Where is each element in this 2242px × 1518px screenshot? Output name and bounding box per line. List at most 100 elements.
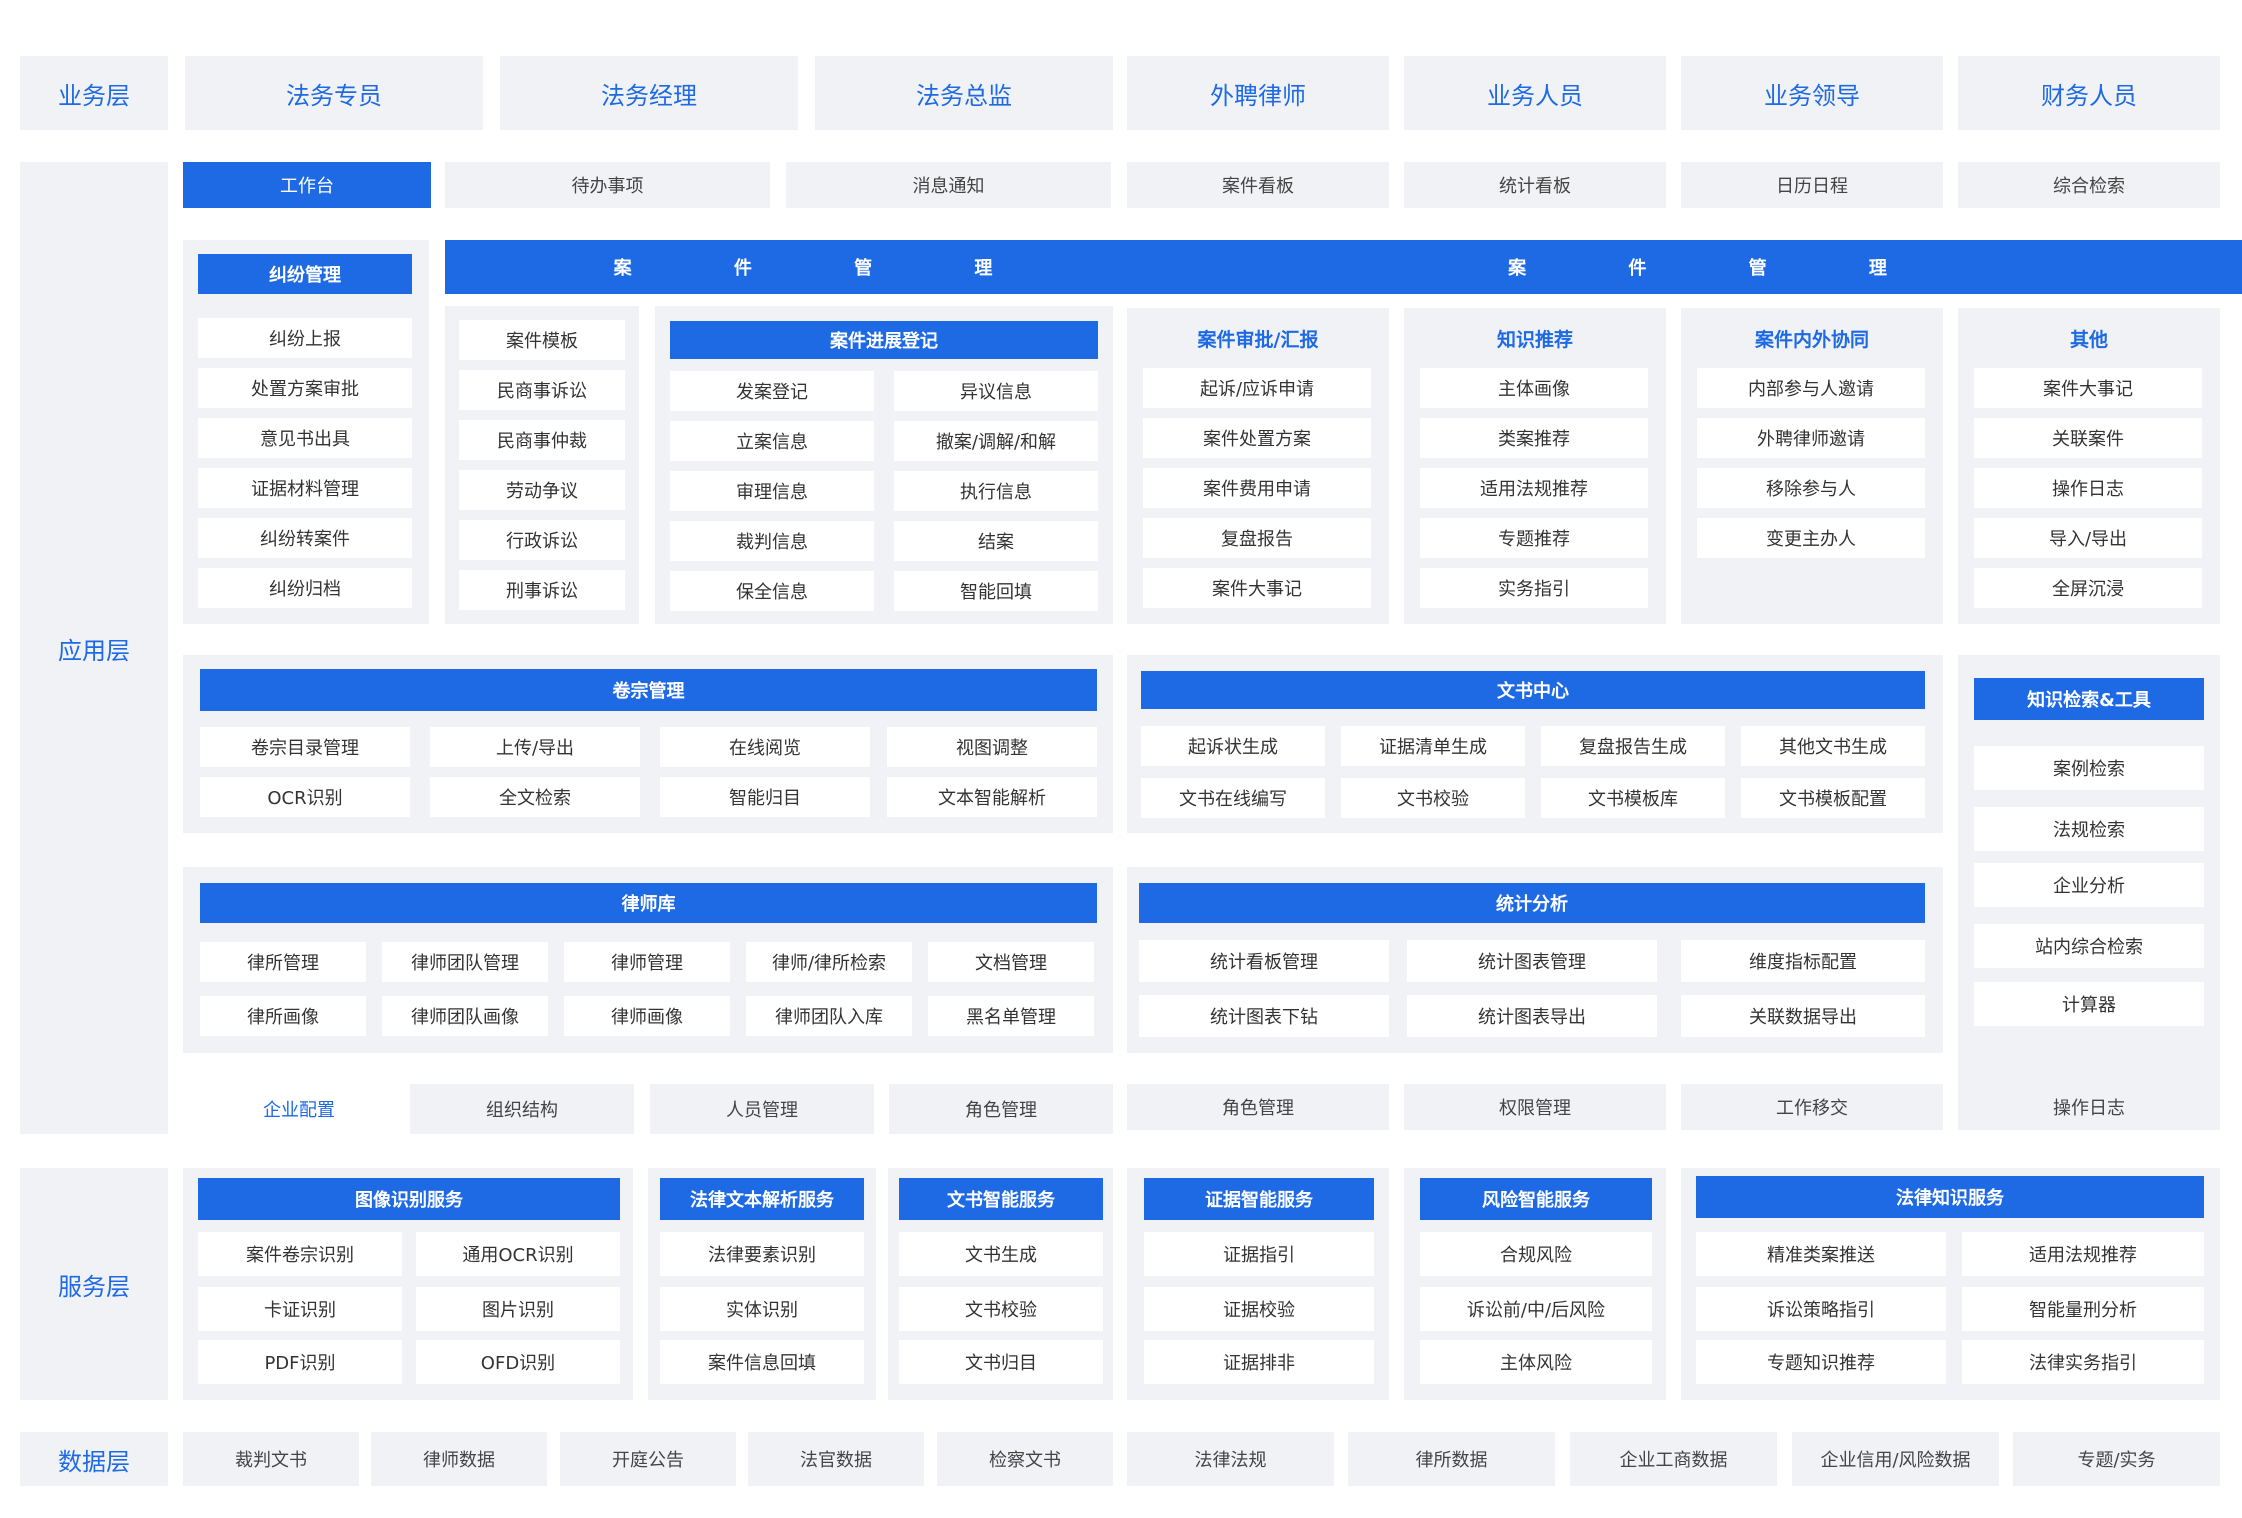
data-source[interactable]: 法律法规 — [1127, 1432, 1334, 1486]
config-item[interactable]: 角色管理 — [1127, 1084, 1389, 1130]
docs-item[interactable]: 起诉状生成 — [1141, 726, 1325, 766]
case-group-item[interactable]: 实务指引 — [1420, 568, 1648, 608]
service-item[interactable]: 合规风险 — [1420, 1232, 1652, 1276]
config-item[interactable]: 权限管理 — [1404, 1084, 1666, 1130]
nav-case-board[interactable]: 案件看板 — [1127, 162, 1389, 208]
archive-item[interactable]: 上传/导出 — [430, 727, 640, 767]
lawyers-item[interactable]: 律师/律所检索 — [746, 942, 912, 982]
docs-item[interactable]: 其他文书生成 — [1741, 726, 1925, 766]
service-item[interactable]: 精准类案推送 — [1696, 1232, 1946, 1276]
dispute-item[interactable]: 证据材料管理 — [198, 468, 412, 508]
case-progress-item[interactable]: 发案登记 — [670, 371, 874, 411]
case-group-item[interactable]: 案件大事记 — [1143, 568, 1371, 608]
nav-stats-board[interactable]: 统计看板 — [1404, 162, 1666, 208]
data-source[interactable]: 开庭公告 — [560, 1432, 736, 1486]
lawyers-item[interactable]: 律所画像 — [200, 996, 366, 1036]
archive-item[interactable]: 视图调整 — [887, 727, 1097, 767]
nav-messages[interactable]: 消息通知 — [786, 162, 1111, 208]
docs-item[interactable]: 证据清单生成 — [1341, 726, 1525, 766]
docs-item[interactable]: 文书模板库 — [1541, 778, 1725, 818]
service-item[interactable]: 案件卷宗识别 — [198, 1232, 402, 1276]
role-legal-specialist[interactable]: 法务专员 — [185, 56, 483, 130]
data-source[interactable]: 企业工商数据 — [1570, 1432, 1777, 1486]
lawyers-item[interactable]: 文档管理 — [928, 942, 1094, 982]
case-group-item[interactable]: 起诉/应诉申请 — [1143, 368, 1371, 408]
case-group-item[interactable]: 复盘报告 — [1143, 518, 1371, 558]
case-group-item[interactable]: 外聘律师邀请 — [1697, 418, 1925, 458]
lawyers-item[interactable]: 律所管理 — [200, 942, 366, 982]
service-item[interactable]: 文书校验 — [899, 1287, 1103, 1331]
config-item[interactable]: 工作移交 — [1681, 1084, 1943, 1130]
stats-item[interactable]: 统计图表下钻 — [1139, 995, 1389, 1037]
data-source[interactable]: 企业信用/风险数据 — [1792, 1432, 1999, 1486]
stats-item[interactable]: 维度指标配置 — [1681, 940, 1925, 982]
dispute-item[interactable]: 处置方案审批 — [198, 368, 412, 408]
stats-item[interactable]: 统计图表导出 — [1407, 995, 1657, 1037]
case-group-item[interactable]: 案件处置方案 — [1143, 418, 1371, 458]
config-item[interactable]: 操作日志 — [1958, 1084, 2220, 1130]
role-business-staff[interactable]: 业务人员 — [1404, 56, 1666, 130]
data-source[interactable]: 律所数据 — [1348, 1432, 1555, 1486]
case-progress-item[interactable]: 撤案/调解/和解 — [894, 421, 1098, 461]
service-item[interactable]: 适用法规推荐 — [1962, 1232, 2204, 1276]
nav-calendar[interactable]: 日历日程 — [1681, 162, 1943, 208]
dispute-item[interactable]: 意见书出具 — [198, 418, 412, 458]
service-item[interactable]: 文书归目 — [899, 1340, 1103, 1384]
data-source[interactable]: 律师数据 — [371, 1432, 547, 1486]
docs-item[interactable]: 文书模板配置 — [1741, 778, 1925, 818]
case-group-item[interactable]: 变更主办人 — [1697, 518, 1925, 558]
role-external-lawyer[interactable]: 外聘律师 — [1127, 56, 1389, 130]
case-group-item[interactable]: 案件费用申请 — [1143, 468, 1371, 508]
stats-item[interactable]: 统计图表管理 — [1407, 940, 1657, 982]
service-item[interactable]: 通用OCR识别 — [416, 1232, 620, 1276]
case-template-item[interactable]: 民商事仲裁 — [459, 420, 625, 460]
service-item[interactable]: 法律要素识别 — [660, 1232, 864, 1276]
case-template-item[interactable]: 劳动争议 — [459, 470, 625, 510]
nav-workbench[interactable]: 工作台 — [183, 162, 431, 208]
archive-item[interactable]: 在线阅览 — [660, 727, 870, 767]
knowledge-item[interactable]: 案例检索 — [1974, 746, 2204, 790]
case-group-item[interactable]: 关联案件 — [1974, 418, 2202, 458]
config-item[interactable]: 人员管理 — [650, 1084, 874, 1134]
case-group-item[interactable]: 移除参与人 — [1697, 468, 1925, 508]
lawyers-item[interactable]: 黑名单管理 — [928, 996, 1094, 1036]
config-item[interactable]: 组织结构 — [410, 1084, 634, 1134]
service-item[interactable]: 案件信息回填 — [660, 1340, 864, 1384]
role-legal-director[interactable]: 法务总监 — [815, 56, 1113, 130]
case-group-item[interactable]: 专题推荐 — [1420, 518, 1648, 558]
role-legal-manager[interactable]: 法务经理 — [500, 56, 798, 130]
case-group-item[interactable]: 导入/导出 — [1974, 518, 2202, 558]
lawyers-item[interactable]: 律师团队管理 — [382, 942, 548, 982]
service-item[interactable]: 卡证识别 — [198, 1287, 402, 1331]
archive-item[interactable]: 全文检索 — [430, 777, 640, 817]
lawyers-item[interactable]: 律师画像 — [564, 996, 730, 1036]
service-item[interactable]: 智能量刑分析 — [1962, 1287, 2204, 1331]
service-item[interactable]: 专题知识推荐 — [1696, 1340, 1946, 1384]
service-item[interactable]: 证据校验 — [1144, 1287, 1374, 1331]
data-source[interactable]: 检察文书 — [937, 1432, 1113, 1486]
case-progress-item[interactable]: 裁判信息 — [670, 521, 874, 561]
lawyers-item[interactable]: 律师团队入库 — [746, 996, 912, 1036]
case-template-item[interactable]: 刑事诉讼 — [459, 570, 625, 610]
service-item[interactable]: OFD识别 — [416, 1340, 620, 1384]
service-item[interactable]: 证据指引 — [1144, 1232, 1374, 1276]
case-group-item[interactable]: 全屏沉浸 — [1974, 568, 2202, 608]
case-progress-item[interactable]: 保全信息 — [670, 571, 874, 611]
knowledge-item[interactable]: 企业分析 — [1974, 863, 2204, 907]
dispute-item[interactable]: 纠纷归档 — [198, 568, 412, 608]
nav-todo[interactable]: 待办事项 — [445, 162, 770, 208]
case-progress-item[interactable]: 审理信息 — [670, 471, 874, 511]
archive-item[interactable]: 卷宗目录管理 — [200, 727, 410, 767]
archive-item[interactable]: 智能归目 — [660, 777, 870, 817]
case-template-item[interactable]: 行政诉讼 — [459, 520, 625, 560]
service-item[interactable]: 诉讼策略指引 — [1696, 1287, 1946, 1331]
case-template-item[interactable]: 民商事诉讼 — [459, 370, 625, 410]
data-source[interactable]: 专题/实务 — [2013, 1432, 2220, 1486]
lawyers-item[interactable]: 律师管理 — [564, 942, 730, 982]
docs-item[interactable]: 文书在线编写 — [1141, 778, 1325, 818]
dispute-item[interactable]: 纠纷转案件 — [198, 518, 412, 558]
service-item[interactable]: 证据排非 — [1144, 1340, 1374, 1384]
docs-item[interactable]: 复盘报告生成 — [1541, 726, 1725, 766]
case-group-item[interactable]: 主体画像 — [1420, 368, 1648, 408]
service-item[interactable]: 诉讼前/中/后风险 — [1420, 1287, 1652, 1331]
